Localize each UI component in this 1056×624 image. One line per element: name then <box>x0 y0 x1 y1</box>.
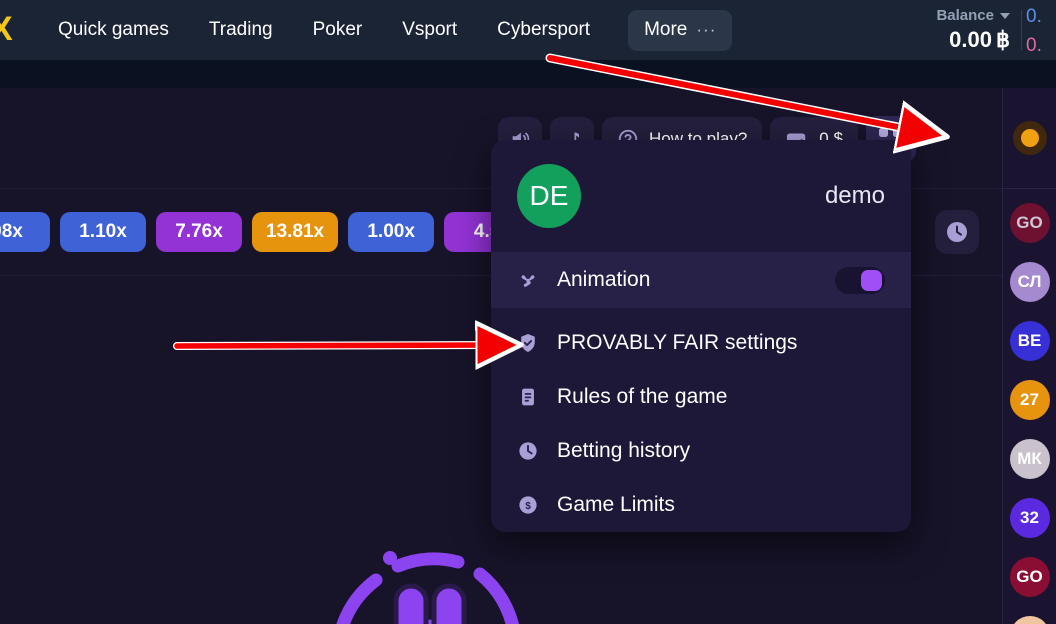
svg-text:$: $ <box>525 501 531 512</box>
balance-widget[interactable]: Balance 0.00 ฿ <box>936 6 1010 54</box>
avatar[interactable]: 32 <box>1009 498 1050 538</box>
sidebar-avatar-list: GO СЛ BE 27 МК 32 GO 31 <box>1003 189 1056 624</box>
nav-more-button[interactable]: More ··· <box>628 9 733 51</box>
balance-amount: 0.00 ฿ <box>949 27 1010 53</box>
site-logo[interactable]: X <box>0 10 16 48</box>
clock-icon <box>947 222 967 242</box>
currency-symbol: ฿ <box>996 27 1010 52</box>
nav-item-trading[interactable]: Trading <box>189 0 293 60</box>
balance-value: 0.00 <box>949 27 992 52</box>
nav-item-poker[interactable]: Poker <box>293 0 383 60</box>
secondary-balances: 0. 0. <box>1026 6 1056 56</box>
menu-item-provably-fair[interactable]: PROVABLY FAIR settings <box>491 316 911 370</box>
avatar[interactable]: 31 <box>1009 616 1050 624</box>
menu-item-label: PROVABLY FAIR settings <box>557 331 798 354</box>
animation-setting-row[interactable]: Animation <box>491 252 911 308</box>
multiplier-history-row: 08x 1.10x 7.76x 13.81x 1.00x 4.5 <box>0 212 531 252</box>
nav-item-vsport[interactable]: Vsport <box>382 0 477 60</box>
multiplier-badge[interactable]: 1.10x <box>60 212 146 252</box>
avatar[interactable]: СЛ <box>1009 262 1050 302</box>
multiplier-badge[interactable]: 08x <box>0 212 50 252</box>
animation-label: Animation <box>557 268 651 291</box>
balance-header: Balance <box>936 7 1010 24</box>
settings-dropdown-panel: DE demo Animation PROVABLY FAIR settings… <box>491 140 911 532</box>
menu-item-label: Game Limits <box>557 493 675 516</box>
dollar-circle-icon: $ <box>517 494 539 516</box>
avatar[interactable]: GO <box>1009 557 1050 597</box>
ellipsis-icon: ··· <box>696 20 717 39</box>
menu-item-label: Betting history <box>557 439 691 462</box>
animation-toggle[interactable] <box>835 266 885 294</box>
orange-dot-icon <box>1012 121 1047 155</box>
multiplier-badge[interactable]: 7.76x <box>156 212 242 252</box>
secondary-balance-1: 0. <box>1026 6 1042 27</box>
nav-underlay-band <box>0 60 1056 88</box>
panel-user-header: DE demo <box>491 140 911 252</box>
right-sidebar: GO СЛ BE 27 МК 32 GO 31 <box>1002 88 1056 624</box>
menu-item-rules[interactable]: Rules of the game <box>491 370 911 424</box>
shield-check-icon <box>517 332 539 354</box>
multiplier-badge[interactable]: 13.81x <box>252 212 339 252</box>
avatar[interactable]: 27 <box>1009 380 1050 420</box>
nav-more-label: More <box>644 19 688 40</box>
username-label: demo <box>824 182 885 209</box>
nav-item-cybersport[interactable]: Cybersport <box>477 0 610 60</box>
avatar[interactable]: GO <box>1009 203 1050 243</box>
nav-links: Quick games Trading Poker Vsport Cybersp… <box>38 0 733 60</box>
app-root: X Quick games Trading Poker Vsport Cyber… <box>0 0 1056 624</box>
avatar[interactable]: МК <box>1009 439 1050 479</box>
nav-item-quick-games[interactable]: Quick games <box>38 0 189 60</box>
balance-label: Balance <box>936 7 994 24</box>
toggle-knob <box>861 269 882 291</box>
betting-history-button[interactable] <box>935 210 979 254</box>
propeller-icon <box>517 269 539 291</box>
secondary-balance-2: 0. <box>1026 34 1042 56</box>
menu-item-label: Rules of the game <box>557 385 728 408</box>
top-navigation-bar: X Quick games Trading Poker Vsport Cyber… <box>0 0 1056 60</box>
avatar[interactable]: BE <box>1009 321 1050 361</box>
multiplier-badge[interactable]: 1.00x <box>348 212 435 252</box>
menu-item-game-limits[interactable]: $ Game Limits <box>491 478 911 532</box>
balance-divider <box>1021 10 1022 50</box>
menu-item-betting-history[interactable]: Betting history <box>491 424 911 478</box>
panel-menu-list: PROVABLY FAIR settings Rules of the game <box>491 308 911 532</box>
rocket-loading-graphic <box>310 528 550 624</box>
document-icon <box>517 386 539 408</box>
user-avatar[interactable]: DE <box>517 164 581 228</box>
clock-icon <box>517 440 539 462</box>
sidebar-status-indicator[interactable] <box>1003 88 1056 188</box>
chevron-down-icon[interactable] <box>1000 12 1010 19</box>
